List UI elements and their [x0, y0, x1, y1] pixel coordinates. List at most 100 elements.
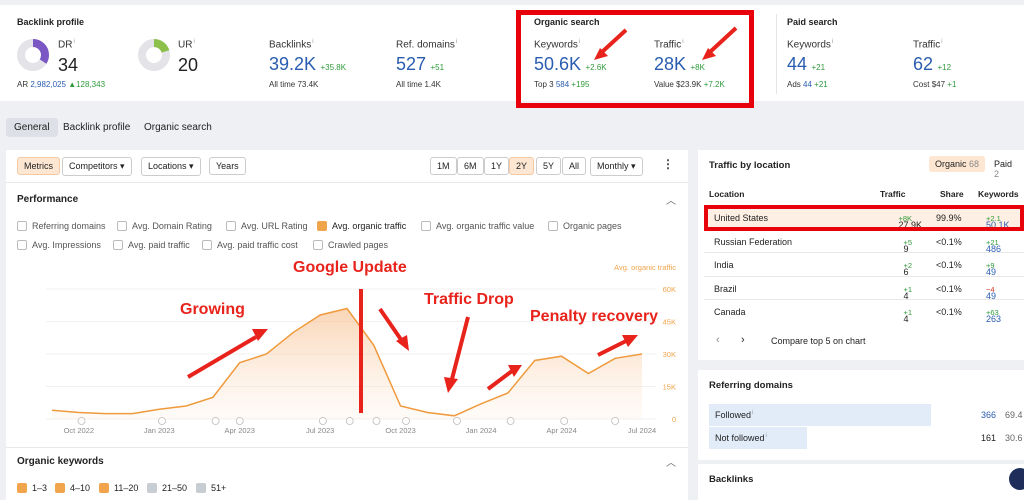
referring-domain-row[interactable]: Not followedi 161 30.6	[709, 427, 1024, 449]
location-name: Canada	[714, 307, 746, 318]
metrics-button[interactable]: Metrics	[17, 157, 60, 175]
paid-traffic-value[interactable]: 62 +12	[913, 54, 951, 75]
location-row[interactable]: Canada 4 +1 <0.1% 263 +63	[704, 299, 1024, 324]
annotation-google-update: Google Update	[293, 259, 407, 276]
location-table-header: Location Traffic Share Keywords	[704, 189, 1024, 203]
rd-pct: 69.4	[1005, 410, 1023, 420]
tab-general[interactable]: General	[6, 118, 58, 137]
location-share: <0.1%	[936, 307, 962, 318]
filter-2[interactable]: 4–10	[55, 483, 90, 493]
tab-organic[interactable]: Organic 68	[929, 156, 986, 172]
annotation-arrows-top	[594, 26, 738, 60]
location-keywords[interactable]: 49 +9	[986, 260, 996, 277]
checkbox-avg-paid-traffic[interactable]: Avg. paid traffic	[113, 240, 190, 250]
ref-domains-label: Ref. domainsi	[396, 39, 458, 51]
y-tick-label: 60K	[663, 285, 676, 294]
location-share: <0.1%	[936, 260, 962, 271]
event-marker[interactable]	[453, 417, 461, 425]
x-tick-label: Jan 2023	[144, 426, 175, 435]
checkbox-label: Avg. organic traffic	[332, 221, 407, 231]
ar-value[interactable]: 2,982,025	[30, 80, 66, 89]
rd-label: Not followedi	[715, 433, 767, 443]
range-all[interactable]: All	[562, 157, 587, 175]
filter-4[interactable]: 21–50	[147, 483, 187, 493]
performance-title: Performance	[17, 194, 79, 205]
checkbox-avg-impressions[interactable]: Avg. Impressions	[17, 240, 101, 250]
checkbox-avg-domain-rating[interactable]: Avg. Domain Rating	[117, 221, 212, 231]
event-marker[interactable]	[372, 417, 381, 425]
x-tick-label: Apr 2024	[546, 426, 576, 435]
tab-backlink-profile[interactable]: Backlink profile	[55, 118, 138, 137]
tab-organic-search[interactable]: Organic search	[136, 118, 220, 137]
event-marker[interactable]	[611, 417, 620, 425]
range-1m[interactable]: 1M	[430, 157, 457, 175]
event-marker[interactable]	[560, 417, 569, 425]
location-keywords[interactable]: 263 +63	[986, 307, 1001, 324]
ur-value: 20	[178, 55, 199, 75]
event-marker[interactable]	[402, 417, 410, 425]
ref-domains-value[interactable]: 527 +51	[396, 54, 444, 75]
more-options-icon[interactable]: ⋮	[662, 157, 674, 171]
backlinks-title: Backlinks	[709, 474, 754, 485]
event-marker[interactable]	[77, 417, 86, 425]
checkbox-avg-url-rating[interactable]: Avg. URL Rating	[226, 221, 308, 231]
event-marker[interactable]	[506, 417, 515, 425]
location-row[interactable]: Russian Federation 9 +5 <0.1% 486 +21	[704, 228, 1024, 254]
location-keywords[interactable]: 486 +21	[986, 237, 1001, 254]
checkbox-avg-organic-traffic[interactable]: Avg. organic traffic	[317, 221, 406, 231]
backlinks-alltime: All time 73.4K	[269, 80, 319, 89]
interval-dropdown[interactable]: Monthly ▾	[590, 157, 643, 176]
competitors-dropdown[interactable]: Competitors ▾	[62, 157, 132, 176]
checkbox-icon	[147, 483, 157, 493]
range-5y[interactable]: 5Y	[536, 157, 562, 175]
compare-top5-link[interactable]: Compare top 5 on chart	[771, 336, 866, 346]
checkbox-referring-domains[interactable]: Referring domains	[17, 221, 106, 231]
collapse-chevron-icon[interactable]: ︿	[666, 454, 676, 469]
range-6m[interactable]: 6M	[457, 157, 484, 175]
x-tick-label: Oct 2022	[64, 426, 94, 435]
checkbox-icon	[202, 240, 212, 250]
tab-paid[interactable]: Paid 2	[988, 156, 1024, 182]
filter-3[interactable]: 11–20	[99, 483, 138, 493]
filter-label: 21–50	[162, 483, 188, 493]
rd-value[interactable]: 161	[981, 433, 996, 443]
y-tick-label: 45K	[663, 318, 676, 327]
checkbox-icon	[17, 221, 27, 231]
chevron-down-icon: ▾	[120, 161, 125, 171]
checkbox-label: Referring domains	[32, 221, 106, 231]
location-keywords[interactable]: 49 −4	[986, 284, 996, 301]
checkbox-crawled-pages[interactable]: Crawled pages	[313, 240, 388, 250]
range-2y[interactable]: 2Y	[509, 157, 535, 175]
location-row[interactable]: India 6 +2 <0.1% 49 +9	[704, 252, 1024, 277]
filter-1[interactable]: 1–3	[17, 483, 47, 493]
checkbox-avg-paid-traffic-cost[interactable]: Avg. paid traffic cost	[202, 240, 298, 250]
next-page-icon[interactable]: ›	[741, 334, 745, 346]
rd-value[interactable]: 366	[981, 410, 996, 420]
location-row[interactable]: Brazil 4 +1 <0.1% 49 −4	[704, 275, 1024, 301]
divider	[776, 14, 777, 94]
help-icon[interactable]	[1009, 468, 1024, 490]
filter-label: 51+	[211, 483, 227, 493]
series-label: Avg. organic traffic	[614, 263, 676, 272]
paid-keywords-value[interactable]: 44 +21	[787, 54, 825, 75]
years-button[interactable]: Years	[209, 157, 246, 175]
annotation-arrows-chart	[186, 289, 638, 413]
event-marker[interactable]	[318, 417, 327, 425]
location-name: Brazil	[714, 283, 737, 294]
checkbox-icon	[117, 221, 127, 231]
checkbox-organic-pages[interactable]: Organic pages	[548, 221, 622, 231]
backlinks-value[interactable]: 39.2K +35.8K	[269, 54, 346, 75]
prev-page-icon[interactable]: ‹	[716, 334, 720, 346]
collapse-chevron-icon[interactable]: ︿	[666, 192, 676, 207]
event-marker[interactable]	[235, 417, 244, 425]
us-row-highlight	[704, 205, 1024, 231]
event-marker[interactable]	[158, 417, 166, 425]
range-1y[interactable]: 1Y	[484, 157, 510, 175]
event-marker[interactable]	[211, 417, 220, 425]
locations-dropdown[interactable]: Locations ▾	[141, 157, 201, 176]
checkbox-label: Avg. organic traffic value	[436, 221, 535, 231]
event-marker[interactable]	[345, 417, 354, 425]
checkbox-avg-organic-traffic-value[interactable]: Avg. organic traffic value	[421, 221, 534, 231]
referring-domain-row[interactable]: Followedi 366 69.4	[709, 404, 1024, 426]
filter-5[interactable]: 51+	[196, 483, 226, 493]
